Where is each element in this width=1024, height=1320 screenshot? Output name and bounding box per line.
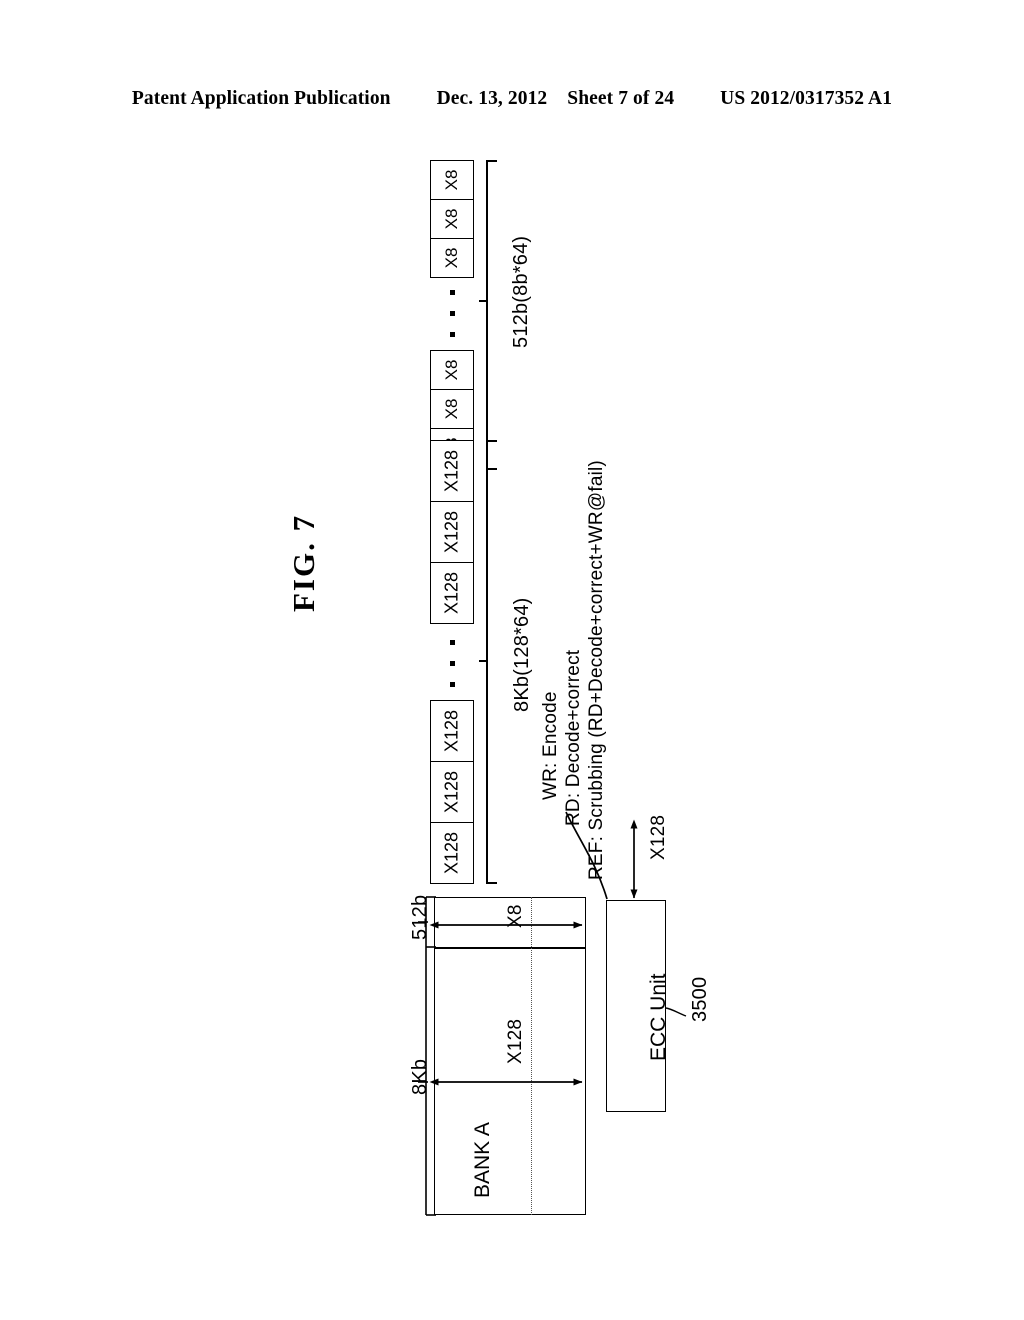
operation-wr: WR: Encode: [540, 691, 561, 800]
data-cell: X128: [430, 761, 474, 823]
data-bracket-tick: [479, 660, 488, 662]
parity-cell: X8: [430, 238, 474, 278]
parity-bracket-tick: [479, 300, 488, 302]
ecc-unit-label: ECC Unit: [647, 973, 670, 1061]
operation-rd: RD: Decode+correct: [563, 649, 584, 826]
bank-parity-divider: [434, 947, 586, 949]
parity-bracket-spine: [486, 160, 488, 470]
parity-cell-label: X8: [442, 169, 461, 191]
data-row-ellipsis: [450, 640, 456, 703]
parity-cell-label: X8: [442, 208, 461, 230]
bank-parity-width-label: X8: [505, 904, 526, 928]
parity-row-label: 512b(8b*64): [510, 235, 532, 348]
parity-row-ellipsis: [450, 290, 456, 353]
parity-cell-label: X8: [442, 247, 461, 269]
data-bracket-cap-bottom: [486, 882, 497, 884]
data-cell-label: X128: [441, 571, 462, 615]
parity-cell-label: X8: [442, 359, 461, 381]
data-cell: X128: [430, 562, 474, 624]
bank-column-divider: [531, 897, 532, 1215]
header-document-number: US 2012/0317352 A1: [720, 88, 893, 109]
header-date: Dec. 13, 2012: [436, 88, 548, 109]
data-bracket-cap-top: [486, 440, 497, 442]
data-row-label: 8Kb(128*64): [511, 597, 533, 712]
parity-cell: X8: [430, 350, 474, 390]
data-cell-label: X128: [441, 709, 462, 753]
data-bracket-spine: [486, 440, 488, 884]
parity-cell: X8: [430, 199, 474, 239]
parity-bracket-cap-top: [486, 160, 497, 162]
parity-cell: X8: [430, 160, 474, 200]
bank-height-dimension-label: 8Kb: [409, 1058, 431, 1095]
bank-data-width-label: X128: [505, 1018, 526, 1064]
parity-bracket-cap-bottom: [486, 468, 497, 470]
parity-cell: X8: [430, 389, 474, 429]
data-cell-label: X128: [441, 831, 462, 875]
data-cell: X128: [430, 501, 474, 563]
header-sheet: Sheet 7 of 24: [567, 88, 675, 109]
data-cell: X128: [430, 440, 474, 502]
header-publication: Patent Application Publication: [131, 88, 391, 109]
data-cell: X128: [430, 700, 474, 762]
bank-parity-dimension-label: 512b: [409, 894, 431, 940]
page-header: Patent Application Publication Dec. 13, …: [0, 88, 1024, 110]
parity-cell-label: X8: [442, 398, 461, 420]
data-cell: X128: [430, 822, 474, 884]
ecc-unit-block: ECC Unit: [606, 900, 670, 1112]
data-cell-label: X128: [441, 770, 462, 814]
data-cell-label: X128: [441, 510, 462, 554]
ecc-bus-width-label: X128: [648, 814, 669, 860]
bank-a-label: BANK A: [471, 1122, 494, 1198]
figure-title: FIG. 7: [286, 513, 321, 612]
operation-ref: REF: Scrubbing (RD+Decode+correct+WR@fai…: [586, 460, 607, 880]
data-cell-label: X128: [441, 449, 462, 493]
ecc-unit-reference-number: 3500: [689, 976, 711, 1022]
